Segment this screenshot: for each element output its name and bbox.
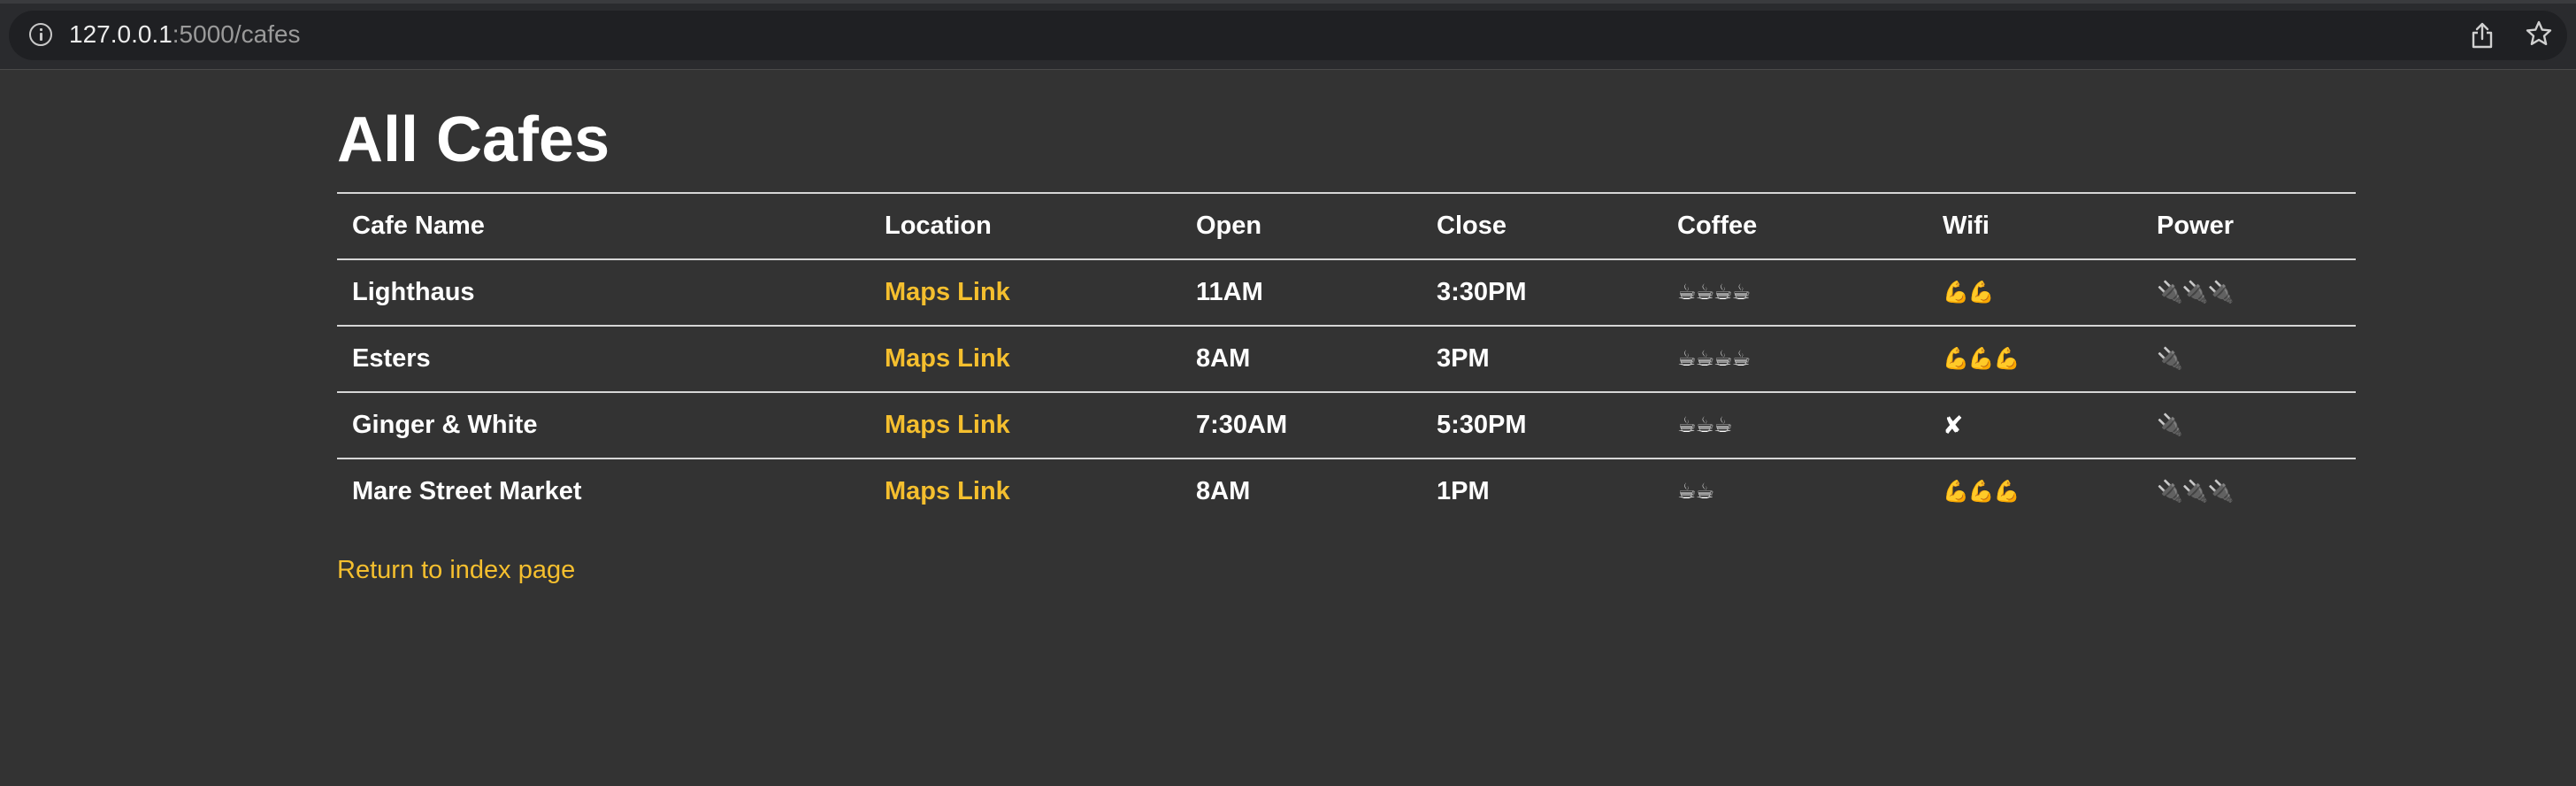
cafes-table: Cafe Name Location Open Close Coffee Wif… bbox=[337, 192, 2356, 524]
close-time: 1PM bbox=[1437, 477, 1490, 505]
close-time: 3:30PM bbox=[1422, 259, 1662, 327]
wifi-rating: 💪💪💪 bbox=[1943, 480, 2020, 504]
return-to-index-link[interactable]: Return to index page bbox=[337, 556, 575, 585]
location-cell: Maps Link bbox=[870, 458, 1181, 524]
cafe-name: Lighthaus bbox=[337, 259, 870, 327]
power-rating: 🔌 bbox=[2142, 326, 2356, 393]
power-rating: 🔌 bbox=[2142, 392, 2356, 459]
url-path: :5000/cafes bbox=[172, 20, 301, 48]
table-header-row: Cafe Name Location Open Close Coffee Wif… bbox=[337, 192, 2356, 260]
close-time: 3PM bbox=[1422, 326, 1662, 393]
maps-link[interactable]: Maps Link bbox=[885, 411, 1010, 439]
wifi-rating: 💪💪 bbox=[1928, 259, 2142, 327]
info-icon[interactable] bbox=[29, 23, 52, 46]
coffee-rating: ☕☕☕☕ bbox=[1662, 259, 1928, 327]
location-cell: Maps Link bbox=[870, 259, 1181, 327]
maps-link[interactable]: Maps Link bbox=[885, 278, 1010, 306]
address-bar[interactable] bbox=[9, 11, 2567, 60]
cafe-name: Mare Street Market bbox=[352, 477, 582, 505]
header-open: Open bbox=[1181, 192, 1422, 260]
power-rating: 🔌🔌🔌 bbox=[2157, 480, 2235, 504]
header-wifi: Wifi bbox=[1928, 192, 2142, 260]
table-row: Lighthaus Maps Link 11AM 3:30PM ☕☕☕☕ 💪💪 … bbox=[337, 259, 2356, 327]
star-icon[interactable] bbox=[2525, 19, 2553, 48]
coffee-rating: ☕☕ bbox=[1677, 480, 1714, 504]
open-time: 8AM bbox=[1181, 326, 1422, 393]
browser-toolbar: 127.0.0.1:5000/cafes bbox=[0, 0, 2576, 70]
open-time: 11AM bbox=[1181, 259, 1422, 327]
share-icon[interactable] bbox=[2470, 21, 2495, 50]
address-bar-url[interactable]: 127.0.0.1:5000/cafes bbox=[69, 18, 301, 51]
wifi-rating: ✘ bbox=[1928, 392, 2142, 459]
page-title: All Cafes bbox=[337, 104, 610, 175]
header-cafe-name: Cafe Name bbox=[337, 192, 870, 260]
close-time: 5:30PM bbox=[1422, 392, 1662, 459]
table-row: Mare Street Market Maps Link 8AM 1PM ☕☕ … bbox=[337, 458, 2356, 524]
power-rating: 🔌🔌🔌 bbox=[2142, 259, 2356, 327]
maps-link[interactable]: Maps Link bbox=[885, 344, 1010, 373]
header-close: Close bbox=[1422, 192, 1662, 260]
table-row: Esters Maps Link 8AM 3PM ☕☕☕☕ 💪💪💪 🔌 bbox=[337, 326, 2356, 393]
location-cell: Maps Link bbox=[870, 326, 1181, 393]
table-row: Ginger & White Maps Link 7:30AM 5:30PM ☕… bbox=[337, 392, 2356, 459]
cafe-name: Esters bbox=[337, 326, 870, 393]
cafe-name: Ginger & White bbox=[337, 392, 870, 459]
header-coffee: Coffee bbox=[1662, 192, 1928, 260]
wifi-rating: 💪💪💪 bbox=[1928, 326, 2142, 393]
url-host: 127.0.0.1 bbox=[69, 20, 172, 48]
open-time: 7:30AM bbox=[1181, 392, 1422, 459]
maps-link[interactable]: Maps Link bbox=[885, 477, 1010, 505]
header-power: Power bbox=[2142, 192, 2356, 260]
tab-strip bbox=[0, 0, 2576, 4]
coffee-rating: ☕☕☕ bbox=[1662, 392, 1928, 459]
open-time: 8AM bbox=[1196, 477, 1251, 505]
location-cell: Maps Link bbox=[870, 392, 1181, 459]
coffee-rating: ☕☕☕☕ bbox=[1662, 326, 1928, 393]
header-location: Location bbox=[870, 192, 1181, 260]
